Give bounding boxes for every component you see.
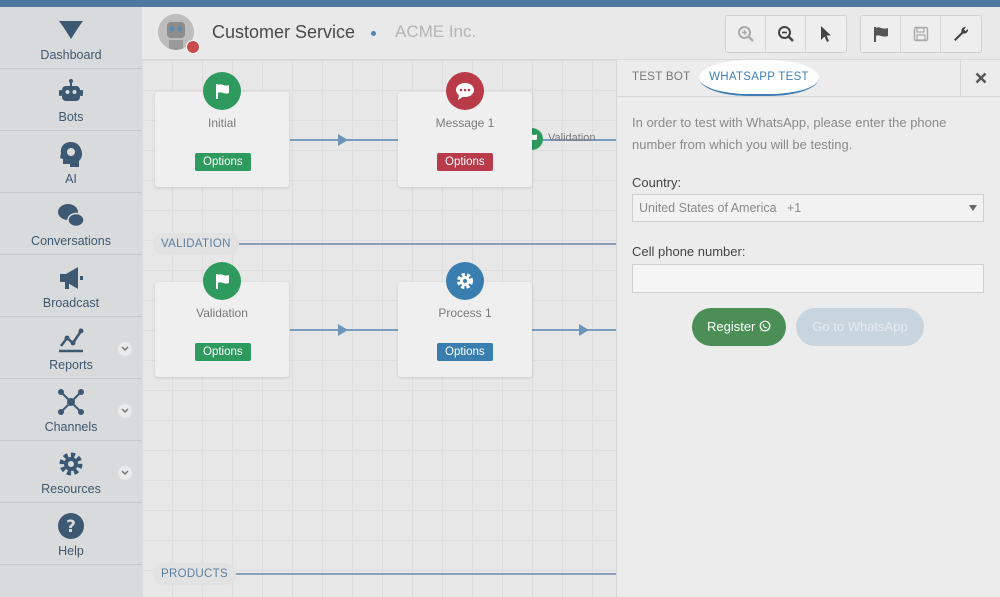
zoom-out-button[interactable] xyxy=(766,16,806,52)
register-button[interactable]: Register xyxy=(692,308,786,346)
country-value: United States of America +1 xyxy=(639,201,802,215)
zoom-toolbar xyxy=(725,15,847,53)
settings-button[interactable] xyxy=(941,16,981,52)
link-label: Validation xyxy=(548,132,596,144)
sidebar-item-label: Dashboard xyxy=(40,48,102,62)
caret-down-icon xyxy=(969,205,977,211)
page-title: Customer Service xyxy=(212,22,356,42)
zoom-in-button[interactable] xyxy=(726,16,766,52)
node-options-button[interactable]: Options xyxy=(195,343,251,361)
flow-link xyxy=(532,329,616,331)
header: Customer Service ACME Inc. xyxy=(142,7,1000,60)
megaphone-icon xyxy=(60,267,83,289)
question-icon: ? xyxy=(58,513,84,539)
robot-icon xyxy=(59,79,83,101)
chat-bubble-icon xyxy=(446,72,484,110)
line-chart-icon xyxy=(59,328,84,353)
separator-dot xyxy=(371,31,376,36)
tab-test-bot[interactable]: TEST BOT xyxy=(632,60,690,96)
status-dot xyxy=(186,40,200,54)
flow-node-validation[interactable]: Validation Options xyxy=(155,262,289,377)
sidebar-item-ai[interactable]: AI xyxy=(0,131,142,193)
flow-node-initial[interactable]: Initial Options xyxy=(155,72,289,187)
flow-node-message-1[interactable]: Message 1 Options xyxy=(398,72,532,187)
flow-node-process-1[interactable]: Process 1 Options xyxy=(398,262,532,377)
node-options-button[interactable]: Options xyxy=(437,153,493,171)
sidebar-item-label: Help xyxy=(58,544,84,558)
phone-label: Cell phone number: xyxy=(632,244,746,259)
node-title: Process 1 xyxy=(438,306,492,320)
arrow-icon xyxy=(338,134,348,146)
sidebar-item-dashboard[interactable]: Dashboard xyxy=(0,7,142,69)
tab-whatsapp-test[interactable]: WHATSAPP TEST xyxy=(699,60,819,96)
sidebar-item-label: Broadcast xyxy=(42,296,100,310)
sidebar-item-label: Channels xyxy=(44,420,98,434)
node-title: Validation xyxy=(196,306,248,320)
top-accent-bar xyxy=(0,0,1000,7)
sidebar-item-label: Reports xyxy=(49,358,93,372)
flow-canvas[interactable]: Validation Initial Options Message 1 Opt… xyxy=(142,60,616,597)
go-to-whatsapp-button[interactable]: Go to WhatsApp xyxy=(796,308,924,346)
sidebar-item-resources[interactable]: Resources xyxy=(0,441,142,503)
close-icon xyxy=(975,72,987,84)
svg-text:?: ? xyxy=(66,517,76,537)
country-label: Country: xyxy=(632,175,682,190)
flag-icon xyxy=(203,262,241,300)
brain-head-icon xyxy=(60,142,83,167)
section-label-products[interactable]: PRODUCTS xyxy=(153,563,236,585)
section-label-validation[interactable]: VALIDATION xyxy=(153,233,239,255)
gear-icon xyxy=(59,452,83,476)
chevron-down-icon[interactable] xyxy=(118,404,132,418)
chat-bubbles-icon xyxy=(58,204,85,228)
register-label: Register xyxy=(706,319,756,334)
node-title: Initial xyxy=(207,116,236,130)
save-icon xyxy=(913,26,928,42)
edit-toolbar xyxy=(860,15,982,53)
whatsapp-icon xyxy=(759,320,771,332)
sidebar-item-label: Conversations xyxy=(31,234,111,248)
sidebar: Dashboard Bots AI Conversations Broadcas… xyxy=(0,7,142,597)
pointer-icon xyxy=(821,26,831,42)
sidebar-item-conversations[interactable]: Conversations xyxy=(0,193,142,255)
node-options-button[interactable]: Options xyxy=(437,343,493,361)
sidebar-item-label: Bots xyxy=(58,110,84,124)
node-options-button[interactable]: Options xyxy=(195,153,251,171)
sidebar-item-broadcast[interactable]: Broadcast xyxy=(0,255,142,317)
network-icon xyxy=(58,389,84,415)
chevron-down-icon[interactable] xyxy=(118,466,132,480)
test-panel: TEST BOT WHATSAPP TEST In order to test … xyxy=(616,60,1000,597)
section-divider xyxy=(228,573,616,575)
flag-icon xyxy=(873,27,888,42)
zoom-out-icon xyxy=(777,26,794,42)
sidebar-item-bots[interactable]: Bots xyxy=(0,69,142,131)
node-title: Message 1 xyxy=(435,116,495,130)
gear-icon xyxy=(446,262,484,300)
arrow-icon xyxy=(338,324,348,336)
sidebar-item-label: AI xyxy=(65,172,77,186)
dashboard-logo-icon xyxy=(59,21,83,39)
arrow-icon xyxy=(579,324,589,336)
wrench-icon xyxy=(954,26,969,41)
flag-button[interactable] xyxy=(861,16,901,52)
phone-input[interactable] xyxy=(632,264,984,293)
pointer-button[interactable] xyxy=(806,16,846,52)
sidebar-item-label: Resources xyxy=(41,482,101,496)
instructions-text: In order to test with WhatsApp, please e… xyxy=(632,115,947,152)
country-select[interactable]: United States of America +1 xyxy=(632,194,984,222)
panel-tabs: TEST BOT WHATSAPP TEST xyxy=(617,60,1000,97)
sidebar-item-help[interactable]: ? Help xyxy=(0,503,142,565)
sidebar-item-channels[interactable]: Channels xyxy=(0,379,142,441)
close-button[interactable] xyxy=(960,60,1000,96)
company-name: ACME Inc. xyxy=(395,22,477,41)
section-divider xyxy=(232,243,616,245)
save-button[interactable] xyxy=(901,16,941,52)
sidebar-item-reports[interactable]: Reports xyxy=(0,317,142,379)
chevron-down-icon[interactable] xyxy=(118,342,132,356)
zoom-in-icon xyxy=(737,26,754,42)
flag-icon xyxy=(203,72,241,110)
